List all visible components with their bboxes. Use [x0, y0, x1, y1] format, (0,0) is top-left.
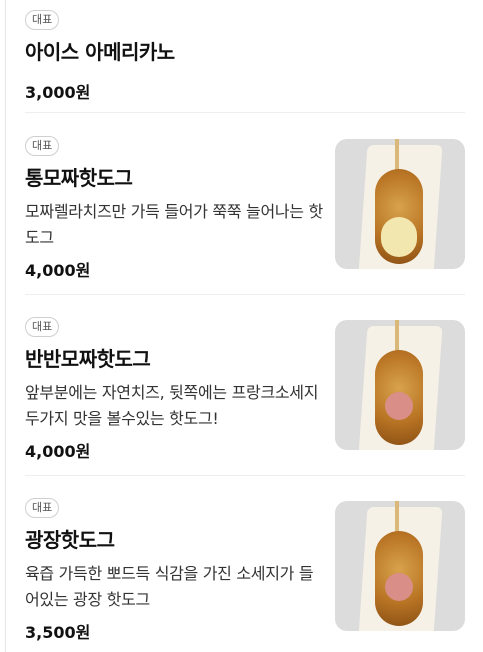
divider — [25, 112, 465, 113]
menu-item-description: 육즙 가득한 뽀드득 식감을 가진 소세지가 들어있는 광장 핫도그 — [25, 564, 314, 609]
signature-badge: 대표 — [25, 498, 60, 518]
menu-item-photo[interactable] — [335, 139, 465, 269]
menu-item-price: 3,000원 — [25, 83, 91, 102]
cheese-filling — [381, 217, 417, 257]
left-border — [5, 0, 6, 652]
divider — [25, 475, 465, 476]
menu-item-photo[interactable] — [335, 501, 465, 631]
sausage-filling — [385, 392, 413, 420]
menu-item-name: 아이스 아메리카노 — [25, 40, 175, 64]
menu-item[interactable]: 대표 아이스 아메리카노 3,000원 — [25, 8, 465, 103]
menu-item-photo[interactable] — [335, 320, 465, 450]
sausage-filling — [385, 573, 413, 601]
signature-badge: 대표 — [25, 317, 60, 337]
signature-badge: 대표 — [25, 10, 60, 30]
divider — [25, 294, 465, 295]
menu-item-description: 모짜렐라치즈만 가득 들어가 쭉쭉 늘어나는 핫도그 — [25, 202, 323, 247]
signature-badge: 대표 — [25, 136, 60, 156]
menu-item-description: 앞부분에는 자연치즈, 뒷쪽에는 프랑크소세지 두가지 맛을 볼수있는 핫도그! — [25, 383, 319, 428]
